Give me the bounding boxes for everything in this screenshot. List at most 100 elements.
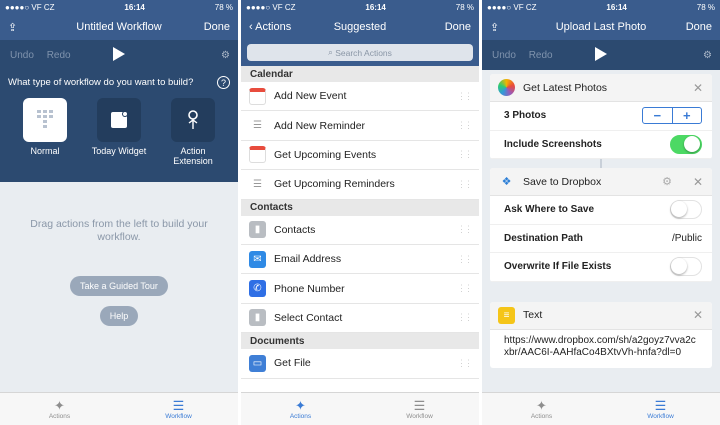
done-button[interactable]: Done (686, 21, 712, 33)
tab-workflow[interactable]: ☰ Workflow (360, 393, 479, 425)
drag-handle-icon[interactable]: ⋮⋮ (457, 358, 473, 369)
list-item[interactable]: ▭ Get File ⋮⋮ (241, 349, 479, 379)
drag-handle-icon[interactable]: ⋮⋮ (457, 179, 473, 190)
undo-button[interactable]: Undo (10, 50, 34, 61)
carrier: ●●●●○ VF CZ (487, 2, 537, 12)
tab-bar: ✦ Actions ☰ Workflow (0, 392, 238, 425)
play-icon[interactable] (113, 46, 125, 64)
tab-actions[interactable]: ✦ Actions (482, 393, 601, 425)
overwrite-row: Overwrite If File Exists (490, 253, 712, 282)
list-item[interactable]: Get Upcoming Events ⋮⋮ (241, 140, 479, 171)
reminders-icon: ☰ (249, 117, 266, 135)
carrier: ●●●●○ VF CZ (246, 2, 296, 12)
carrier: ●●●●○ VF CZ (5, 2, 55, 12)
clock: 16:14 (124, 2, 145, 12)
phone-icon: ✆ (249, 280, 266, 298)
help-button[interactable]: Help (99, 306, 139, 326)
nav-bar: ‹ Actions Suggested Done (241, 14, 479, 40)
back-button[interactable]: ‹ Actions (249, 21, 291, 33)
section-header: Contacts (241, 199, 479, 216)
status-bar: ●●●●○ VF CZ 16:14 78 % (241, 0, 479, 14)
editor-toolbar: Undo Redo ⚙ (0, 40, 238, 70)
list-item[interactable]: Add New Event ⋮⋮ (241, 82, 479, 112)
workflow-editor-panel: ●●●●○ VF CZ 16:14 78 % ⇪ Untitled Workfl… (0, 0, 238, 425)
section-header: Calendar (241, 66, 479, 82)
list-item[interactable]: ✆ Phone Number ⋮⋮ (241, 274, 479, 304)
type-label: Normal (30, 146, 60, 156)
photo-count-row: 3 Photos − + (490, 102, 712, 131)
search-input[interactable]: ⌕ Search Actions (247, 44, 473, 61)
reminders-icon: ☰ (249, 175, 266, 193)
include-screenshots-toggle[interactable] (670, 134, 702, 154)
gear-icon[interactable]: ⚙ (662, 175, 672, 188)
tab-bar: ✦ Actions ☰ Workflow (241, 392, 479, 425)
play-icon[interactable] (595, 46, 607, 64)
plus-icon[interactable]: + (673, 108, 702, 123)
list-item[interactable]: ✉ Email Address ⋮⋮ (241, 244, 479, 275)
page-title: Untitled Workflow (76, 21, 162, 33)
tab-actions[interactable]: ✦ Actions (241, 393, 360, 425)
drag-handle-icon[interactable]: ⋮⋮ (457, 283, 473, 294)
workflow-type-chooser: What type of workflow do you want to bui… (0, 70, 238, 182)
contacts-icon: ▮ (249, 309, 266, 327)
list-item[interactable]: ☰ Add New Reminder ⋮⋮ (241, 111, 479, 141)
overwrite-toggle[interactable] (670, 257, 702, 277)
gear-icon[interactable]: ⚙ (221, 50, 230, 61)
list-item[interactable]: ☰ Get Upcoming Reminders ⋮⋮ (241, 170, 479, 200)
help-icon[interactable]: ? (217, 76, 230, 89)
tab-actions[interactable]: ✦ Actions (0, 393, 119, 425)
share-icon[interactable]: ⇪ (490, 21, 499, 34)
dropbox-icon: ❖ (501, 176, 512, 188)
close-icon[interactable]: ✕ (693, 81, 703, 95)
minus-icon[interactable]: − (643, 108, 673, 124)
text-icon: ≡ (498, 306, 515, 324)
action-card-text[interactable]: ≡ Text ✕ https://www.dropbox.com/sh/a2go… (490, 301, 712, 368)
nav-bar: ⇪ Upload Last Photo Done (482, 14, 720, 40)
list-icon: ☰ (413, 398, 426, 413)
done-button[interactable]: Done (204, 21, 230, 33)
magic-wand-icon: ✦ (536, 398, 547, 413)
empty-workflow-hint: Drag actions from the left to build your… (30, 218, 208, 243)
tab-workflow[interactable]: ☰ Workflow (119, 393, 238, 425)
magic-wand-icon: ✦ (295, 398, 306, 413)
text-field[interactable]: https://www.dropbox.com/sh/a2goyz7vva2cx… (490, 330, 712, 368)
list-item[interactable]: ▮ Contacts ⋮⋮ (241, 215, 479, 245)
drag-handle-icon[interactable]: ⋮⋮ (457, 254, 473, 265)
share-icon[interactable]: ⇪ (8, 21, 17, 34)
drag-handle-icon[interactable]: ⋮⋮ (457, 224, 473, 235)
actions-panel: ●●●●○ VF CZ 16:14 78 % ‹ Actions Suggest… (241, 0, 479, 425)
list-icon: ☰ (172, 398, 185, 413)
drag-handle-icon[interactable]: ⋮⋮ (457, 120, 473, 131)
drag-handle-icon[interactable]: ⋮⋮ (457, 91, 473, 102)
type-today-widget[interactable]: Today Widget (89, 98, 149, 166)
close-icon[interactable]: ✕ (693, 175, 703, 189)
done-button[interactable]: Done (445, 21, 471, 33)
count-stepper[interactable]: − + (642, 107, 702, 125)
action-card-get-latest-photos[interactable]: Get Latest Photos ✕ 3 Photos − + Include… (490, 74, 712, 159)
chevron-left-icon: ‹ (249, 21, 253, 33)
calendar-icon (249, 87, 266, 105)
guided-tour-button[interactable]: Take a Guided Tour (70, 276, 168, 296)
close-icon[interactable]: ✕ (693, 308, 703, 322)
redo-button[interactable]: Redo (529, 50, 553, 61)
drag-handle-icon[interactable]: ⋮⋮ (457, 312, 473, 323)
drag-handle-icon[interactable]: ⋮⋮ (457, 149, 473, 160)
calendar-icon (249, 146, 266, 164)
destination-path-row: Destination Path /Public (490, 225, 712, 253)
type-normal[interactable]: Normal (15, 98, 75, 166)
extension-icon (171, 98, 215, 142)
action-card-save-to-dropbox[interactable]: ❖ Save to Dropbox ⚙ ✕ Ask Where to Save … (490, 168, 712, 282)
list-item[interactable]: ▮ Select Contact ⋮⋮ (241, 303, 479, 334)
search-bar: ⌕ Search Actions (241, 40, 479, 66)
battery: 78 % (214, 2, 233, 12)
type-action-extension[interactable]: Action Extension (163, 98, 223, 166)
ask-where-toggle[interactable] (670, 200, 702, 220)
destination-path-field[interactable]: /Public (672, 233, 702, 244)
redo-button[interactable]: Redo (47, 50, 71, 61)
widget-icon (97, 98, 141, 142)
undo-button[interactable]: Undo (492, 50, 516, 61)
search-icon: ⌕ (328, 47, 336, 57)
tab-workflow[interactable]: ☰ Workflow (601, 393, 720, 425)
gear-icon[interactable]: ⚙ (703, 50, 712, 61)
list-icon: ☰ (654, 398, 667, 413)
